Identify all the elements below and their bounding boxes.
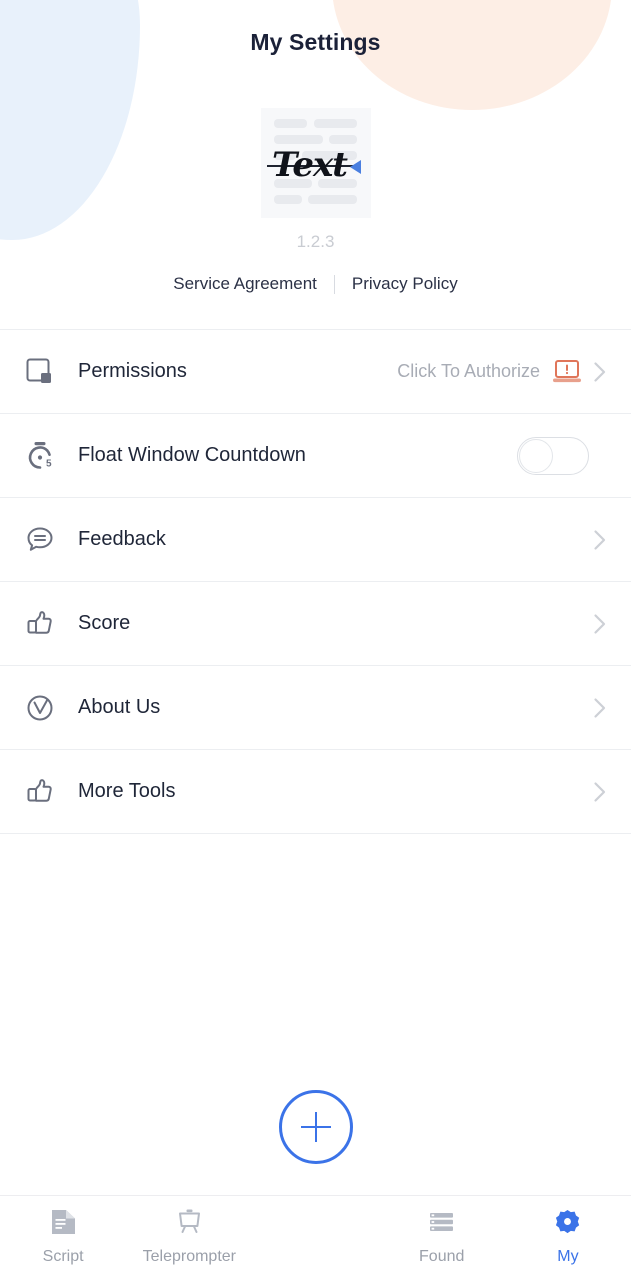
settings-row-label: Permissions <box>78 360 187 382</box>
laptop-alert-icon <box>551 359 589 385</box>
legal-divider <box>333 274 335 294</box>
thumbs-up-icon <box>25 777 69 807</box>
settings-row-label: About Us <box>78 696 161 718</box>
add-button[interactable] <box>278 1090 353 1164</box>
settings-row-label: Feedback <box>78 528 166 550</box>
settings-row-label: Score <box>78 612 131 634</box>
plus-icon-vertical <box>314 1112 317 1142</box>
chat-bubble-icon <box>25 525 69 555</box>
logo-text: Text <box>271 145 348 185</box>
tab-label: Teleprompter <box>142 1248 236 1265</box>
tab-my[interactable]: My <box>505 1196 631 1266</box>
svg-text:5: 5 <box>46 458 52 469</box>
script-document-icon: Text <box>260 108 371 218</box>
chevron-right-icon <box>589 361 611 383</box>
document-bookmark-icon <box>50 1208 77 1241</box>
settings-row-feedback[interactable]: Feedback <box>0 498 631 582</box>
toggle-knob <box>519 438 553 473</box>
permissions-status-text: Click To Authorize <box>397 361 540 381</box>
app-version: 1.2.3 <box>296 232 335 251</box>
teleprompter-icon <box>176 1208 203 1241</box>
app-logo-container: Text <box>0 108 631 218</box>
chevron-right-icon <box>589 529 611 551</box>
settings-row-score[interactable]: Score <box>0 582 631 666</box>
settings-list: Permissions Click To Authorize 5 Float W… <box>0 329 631 834</box>
settings-row-permissions[interactable]: Permissions Click To Authorize <box>0 330 631 414</box>
settings-row-about-us[interactable]: About Us <box>0 666 631 750</box>
settings-row-float-window-countdown[interactable]: 5 Float Window Countdown <box>0 414 631 498</box>
tab-script[interactable]: Script <box>0 1196 126 1266</box>
settings-row-label: More Tools <box>78 780 176 802</box>
thumbs-up-icon <box>25 609 69 639</box>
settings-screen: My Settings Text 1.2.3 Service Agreement… <box>0 0 631 1280</box>
chevron-right-icon <box>589 781 611 803</box>
tab-label: My <box>557 1248 579 1265</box>
header: My Settings <box>0 0 631 56</box>
tab-label: Script <box>42 1248 84 1265</box>
float-window-countdown-toggle[interactable] <box>517 436 589 475</box>
tab-label: Found <box>419 1248 465 1265</box>
square-corner-icon <box>25 357 69 387</box>
page-title: My Settings <box>250 29 381 55</box>
service-agreement-link[interactable]: Service Agreement <box>173 274 317 294</box>
gear-icon <box>554 1208 581 1241</box>
chevron-right-icon <box>589 697 611 719</box>
tab-found[interactable]: Found <box>379 1196 505 1266</box>
settings-row-more-tools[interactable]: More Tools <box>0 750 631 834</box>
stopwatch-5-icon: 5 <box>25 441 69 471</box>
privacy-policy-link[interactable]: Privacy Policy <box>352 274 458 294</box>
tab-teleprompter[interactable]: Teleprompter <box>126 1196 252 1266</box>
legal-links: Service Agreement Privacy Policy <box>0 274 631 294</box>
circle-v-icon <box>25 693 69 723</box>
play-caret-icon <box>349 160 361 174</box>
bottom-tab-bar: Script Teleprompter Found My <box>0 1090 631 1280</box>
settings-row-label: Float Window Countdown <box>78 444 306 466</box>
chevron-right-icon <box>589 613 611 635</box>
list-lines-icon <box>428 1208 455 1241</box>
